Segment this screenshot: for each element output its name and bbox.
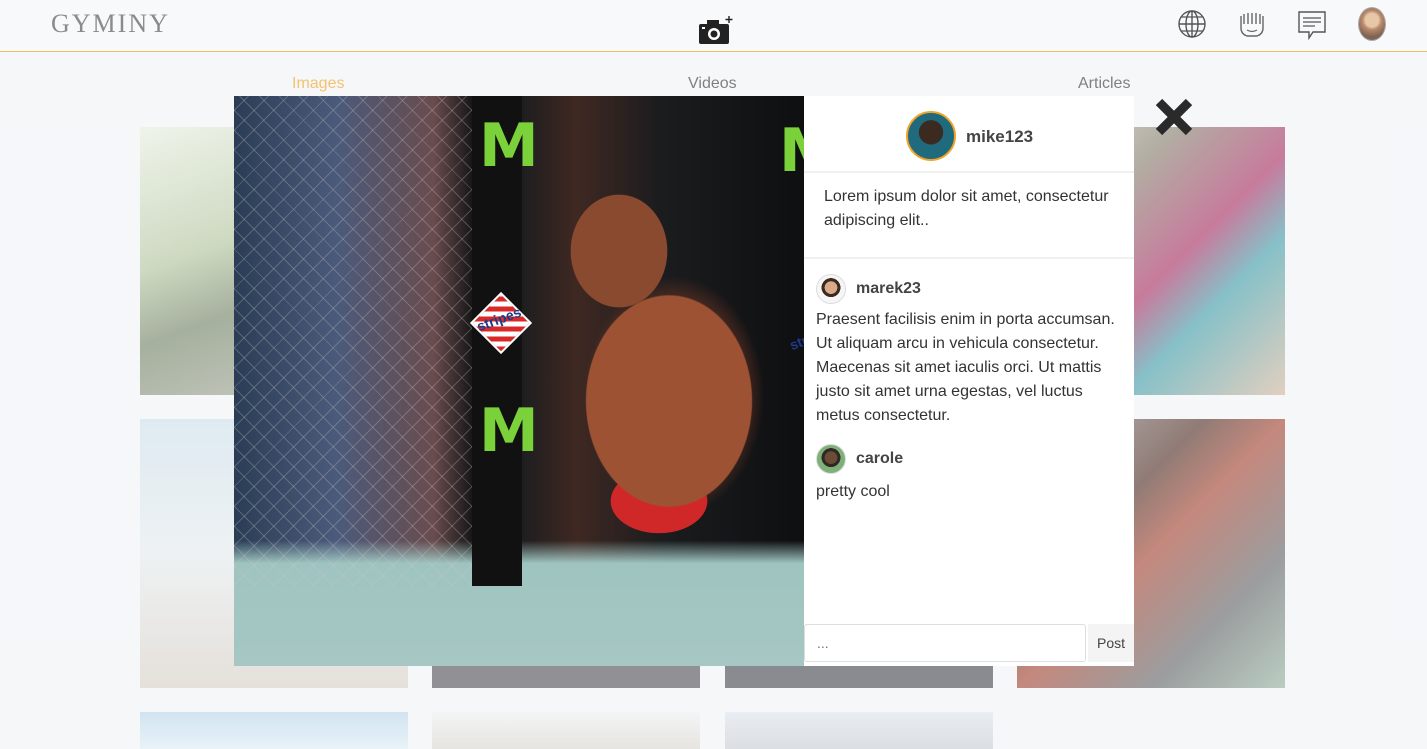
monster-logo: M	[479, 111, 539, 181]
post-owner: mike123	[804, 96, 1134, 173]
chat-icon[interactable]	[1295, 6, 1329, 42]
fighter-figure	[519, 181, 779, 611]
commenter-username[interactable]: carole	[856, 450, 903, 468]
monster-logo: M	[779, 116, 804, 186]
profile-avatar[interactable]	[1358, 7, 1386, 41]
commenter-username[interactable]: marek23	[856, 280, 921, 298]
comment-input[interactable]	[804, 624, 1086, 662]
fist-icon[interactable]	[1235, 6, 1269, 42]
commenter-avatar[interactable]	[816, 444, 846, 474]
post-caption: Lorem ipsum dolor sit amet, consectetur …	[804, 173, 1134, 259]
comment-text: Praesent facilisis enim in porta accumsa…	[816, 311, 1115, 424]
modal-details-panel: mike123 Lorem ipsum dolor sit amet, cons…	[804, 96, 1134, 666]
top-navbar: GYMINY	[0, 0, 1427, 52]
modal-photo: M M M stripes stripe	[234, 96, 804, 666]
globe-icon[interactable]	[1175, 6, 1209, 42]
owner-username[interactable]: mike123	[966, 127, 1033, 147]
camera-plus-icon[interactable]	[697, 14, 735, 48]
close-icon[interactable]	[1151, 94, 1197, 140]
brand-text-right: stripe	[787, 324, 804, 354]
post-comment-button[interactable]: Post	[1088, 624, 1134, 662]
owner-avatar[interactable]	[906, 111, 956, 161]
brand-logo[interactable]: GYMINY	[51, 9, 170, 39]
cage-fence	[234, 96, 472, 586]
commenter-avatar[interactable]	[816, 274, 846, 304]
comment-text: pretty cool	[816, 483, 890, 500]
